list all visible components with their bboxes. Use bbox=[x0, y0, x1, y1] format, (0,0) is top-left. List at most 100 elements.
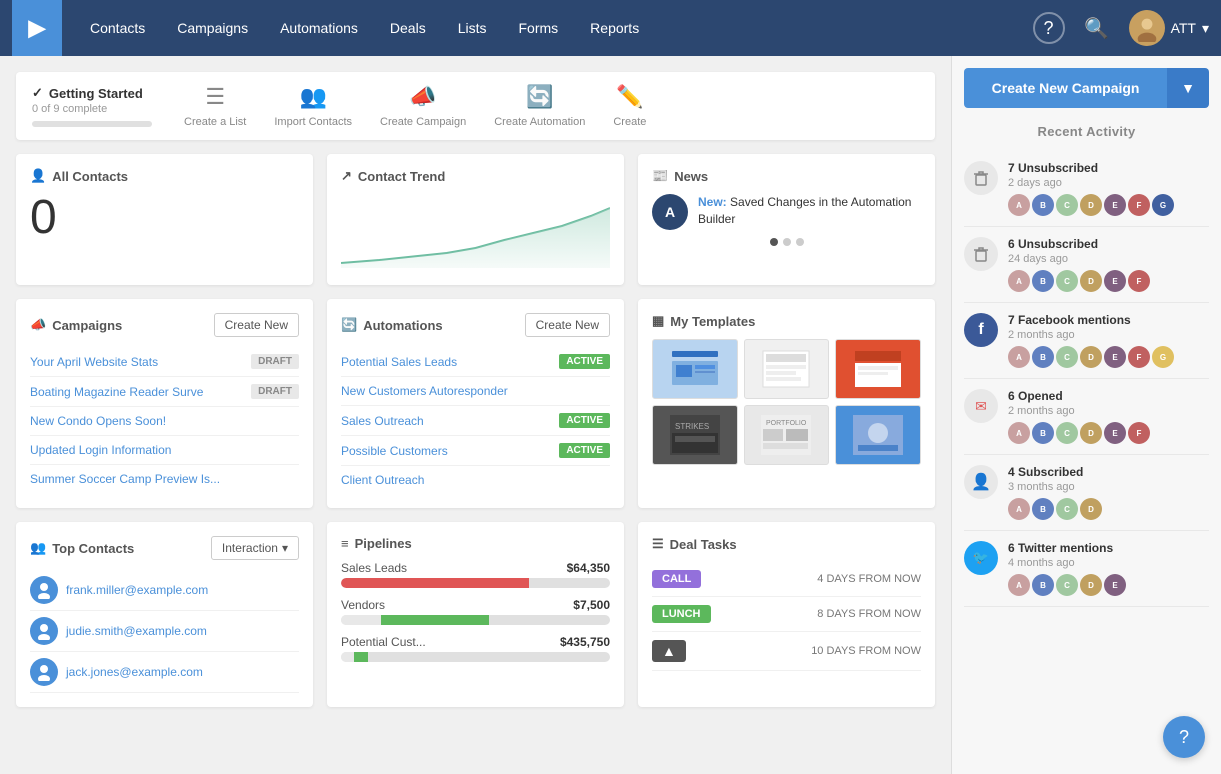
automation-name-1: New Customers Autoresponder bbox=[341, 384, 508, 398]
main-layout: ✓ Getting Started 0 of 9 complete ☰ Crea… bbox=[0, 56, 1221, 774]
contact-item-1[interactable]: judie.smith@example.com bbox=[30, 611, 299, 652]
deal-task-1[interactable]: LUNCH 8 DAYS FROM NOW bbox=[652, 597, 921, 632]
nav-deals[interactable]: Deals bbox=[374, 0, 442, 56]
act-avatar: F bbox=[1128, 194, 1150, 216]
act-avatar: A bbox=[1008, 194, 1030, 216]
pipeline-bar-gray-1 bbox=[341, 615, 381, 625]
deal-time-0: 4 DAYS FROM NOW bbox=[817, 573, 921, 585]
avatar bbox=[1129, 10, 1165, 46]
automation-icon: 🔄 bbox=[526, 84, 553, 110]
pipeline-bar-red-0 bbox=[341, 578, 529, 588]
deal-task-2[interactable]: ▲ 10 DAYS FROM NOW bbox=[652, 632, 921, 671]
act-avatar: D bbox=[1080, 422, 1102, 444]
automation-item-1[interactable]: New Customers Autoresponder bbox=[341, 377, 610, 406]
gs-progress bbox=[32, 121, 152, 127]
act-avatar: G bbox=[1152, 346, 1174, 368]
row-3: 👥 Top Contacts Interaction ▾ frank.mille… bbox=[16, 522, 935, 707]
template-0[interactable] bbox=[652, 339, 738, 399]
interaction-dropdown[interactable]: Interaction ▾ bbox=[211, 536, 299, 560]
act-avatar: C bbox=[1056, 270, 1078, 292]
help-bubble[interactable]: ? bbox=[1163, 716, 1205, 758]
campaign-item-4[interactable]: Summer Soccer Camp Preview Is... bbox=[30, 465, 299, 493]
campaigns-title: 📣 Campaigns bbox=[30, 317, 122, 333]
automation-item-3[interactable]: Possible Customers ACTIVE bbox=[341, 436, 610, 466]
activity-time-3: 2 months ago bbox=[1008, 405, 1209, 417]
act-avatar: E bbox=[1104, 270, 1126, 292]
campaign-item-2[interactable]: New Condo Opens Soon! bbox=[30, 407, 299, 436]
activity-avatars-5: A B C D E bbox=[1008, 574, 1209, 596]
gs-step-list-label: Create a List bbox=[184, 116, 246, 128]
template-5[interactable] bbox=[835, 405, 921, 465]
act-avatar: A bbox=[1008, 498, 1030, 520]
contact-item-0[interactable]: frank.miller@example.com bbox=[30, 570, 299, 611]
template-1[interactable] bbox=[744, 339, 830, 399]
template-3[interactable]: STRIKES bbox=[652, 405, 738, 465]
act-avatar: C bbox=[1056, 422, 1078, 444]
logo-arrow-icon: ▶ bbox=[29, 15, 46, 41]
automation-item-4[interactable]: Client Outreach bbox=[341, 466, 610, 494]
search-button[interactable]: 🔍 bbox=[1081, 12, 1113, 44]
user-label: ATT bbox=[1171, 20, 1196, 36]
nav-contacts[interactable]: Contacts bbox=[74, 0, 161, 56]
news-dot-3[interactable] bbox=[796, 238, 804, 246]
news-item: A New: Saved Changes in the Automation B… bbox=[652, 194, 921, 230]
person-icon: 👤 bbox=[30, 168, 46, 184]
contact-avatar-1 bbox=[30, 617, 58, 645]
news-dot-2[interactable] bbox=[783, 238, 791, 246]
act-avatar: A bbox=[1008, 574, 1030, 596]
gs-step-import[interactable]: 👥 Import Contacts bbox=[274, 84, 352, 128]
gs-step-campaign[interactable]: 📣 Create Campaign bbox=[380, 84, 466, 128]
nav-lists[interactable]: Lists bbox=[442, 0, 503, 56]
act-avatar: B bbox=[1032, 270, 1054, 292]
activity-avatars-4: A B C D bbox=[1008, 498, 1209, 520]
activity-item-4: 👤 4 Subscribed 3 months ago A B C D bbox=[964, 455, 1209, 531]
deal-tasks-card: ☰ Deal Tasks CALL 4 DAYS FROM NOW LUNCH … bbox=[638, 522, 935, 707]
activity-content-2: 7 Facebook mentions 2 months ago A B C D… bbox=[1008, 313, 1209, 368]
activity-content-1: 6 Unsubscribed 24 days ago A B C D E F bbox=[1008, 237, 1209, 292]
pipeline-name-2: Potential Cust... bbox=[341, 635, 426, 649]
news-header: 📰 News bbox=[652, 168, 921, 184]
news-icon: 📰 bbox=[652, 168, 668, 184]
automation-item-0[interactable]: Potential Sales Leads ACTIVE bbox=[341, 347, 610, 377]
help-button[interactable]: ? bbox=[1033, 12, 1065, 44]
contact-avatar-2 bbox=[30, 658, 58, 686]
campaign-item-3[interactable]: Updated Login Information bbox=[30, 436, 299, 465]
create-campaign-wrapper: Create New Campaign ▼ bbox=[964, 68, 1209, 108]
top-contacts-icon: 👥 bbox=[30, 540, 46, 556]
template-2[interactable] bbox=[835, 339, 921, 399]
gs-step-import-label: Import Contacts bbox=[274, 116, 352, 128]
campaign-item-0[interactable]: Your April Website Stats DRAFT bbox=[30, 347, 299, 377]
user-menu[interactable]: ATT ▾ bbox=[1129, 10, 1209, 46]
campaigns-create-button[interactable]: Create New bbox=[214, 313, 299, 337]
nav-forms[interactable]: Forms bbox=[503, 0, 575, 56]
nav-logo[interactable]: ▶ bbox=[12, 0, 62, 56]
gs-step-automation[interactable]: 🔄 Create Automation bbox=[494, 84, 585, 128]
automation-item-2[interactable]: Sales Outreach ACTIVE bbox=[341, 406, 610, 436]
nav-actions: ? 🔍 ATT ▾ bbox=[1033, 10, 1209, 46]
content-area: ✓ Getting Started 0 of 9 complete ☰ Crea… bbox=[0, 56, 951, 774]
act-avatar: B bbox=[1032, 194, 1054, 216]
pipeline-icon: ≡ bbox=[341, 536, 349, 551]
navbar: ▶ Contacts Campaigns Automations Deals L… bbox=[0, 0, 1221, 56]
campaign-item-1[interactable]: Boating Magazine Reader Surve DRAFT bbox=[30, 377, 299, 407]
news-text: New: Saved Changes in the Automation Bui… bbox=[698, 194, 921, 228]
create-campaign-button[interactable]: Create New Campaign bbox=[964, 68, 1167, 108]
news-dot-1[interactable] bbox=[770, 238, 778, 246]
template-4[interactable]: PORTFOLIO bbox=[744, 405, 830, 465]
recent-activity-title: Recent Activity bbox=[964, 124, 1209, 139]
automation-name-3: Possible Customers bbox=[341, 444, 448, 458]
contact-item-2[interactable]: jack.jones@example.com bbox=[30, 652, 299, 693]
gs-step-create[interactable]: ✏️ Create bbox=[613, 84, 646, 128]
gs-step-list[interactable]: ☰ Create a List bbox=[184, 84, 246, 128]
activity-time-5: 4 months ago bbox=[1008, 557, 1209, 569]
nav-automations[interactable]: Automations bbox=[264, 0, 374, 56]
deal-task-0[interactable]: CALL 4 DAYS FROM NOW bbox=[652, 562, 921, 597]
create-campaign-dropdown-button[interactable]: ▼ bbox=[1167, 68, 1209, 108]
facebook-icon-2: f bbox=[964, 313, 998, 347]
automations-create-button[interactable]: Create New bbox=[525, 313, 610, 337]
nav-reports[interactable]: Reports bbox=[574, 0, 655, 56]
nav-campaigns[interactable]: Campaigns bbox=[161, 0, 264, 56]
campaign-name-0: Your April Website Stats bbox=[30, 355, 158, 369]
activity-item-1: 6 Unsubscribed 24 days ago A B C D E F bbox=[964, 227, 1209, 303]
create-icon: ✏️ bbox=[616, 84, 643, 110]
